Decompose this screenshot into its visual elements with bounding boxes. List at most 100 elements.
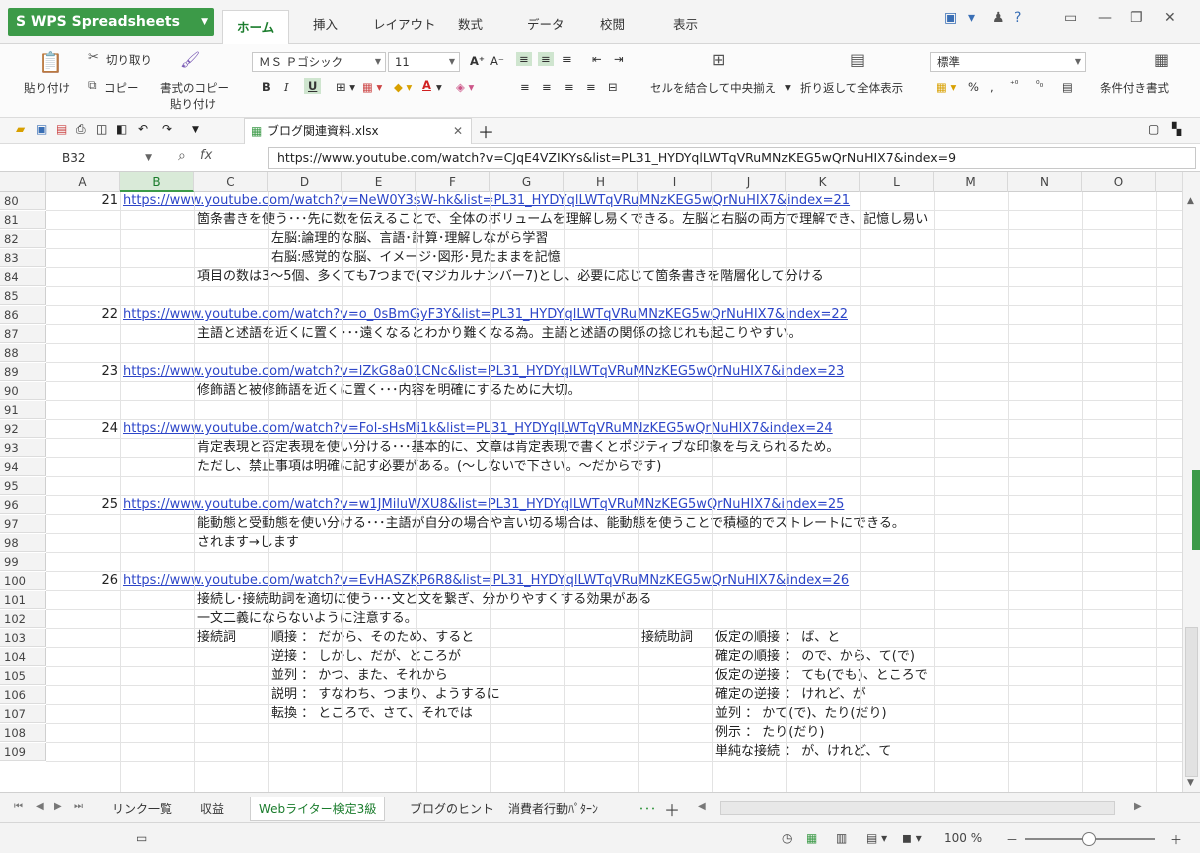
cell-hyperlink[interactable]: https://www.youtube.com/watch?v=Fol-sHsM… xyxy=(123,420,833,438)
maximize-icon[interactable]: ❐ xyxy=(1130,10,1143,26)
align-bottom-icon[interactable]: ≡ xyxy=(562,52,572,66)
italic-button[interactable]: I xyxy=(284,80,289,94)
underline-button[interactable]: U xyxy=(304,78,322,94)
sheet-tab-consumer[interactable]: 消費者行動ﾊﾟﾀｰﾝ xyxy=(500,797,606,821)
print-preview-icon[interactable]: ◫ xyxy=(96,122,107,136)
row-header[interactable]: 97 xyxy=(0,515,46,533)
chevron-down-icon[interactable]: ▼ xyxy=(192,125,199,135)
help-icon[interactable]: ? xyxy=(1014,10,1021,26)
redo-icon[interactable]: ↷ xyxy=(162,122,172,136)
align-middle-icon[interactable]: ≡ xyxy=(538,52,554,66)
percent-button[interactable]: % xyxy=(968,80,979,94)
scroll-up-icon[interactable]: ▲ xyxy=(1187,196,1194,206)
row-header[interactable]: 88 xyxy=(0,344,46,362)
tab-formulas[interactable]: 数式 xyxy=(458,14,483,33)
column-header[interactable]: J xyxy=(712,172,786,192)
column-header[interactable]: F xyxy=(416,172,490,192)
tab-view[interactable]: 表示 xyxy=(673,14,698,33)
align-top-icon[interactable]: ≡ xyxy=(516,52,532,66)
close-icon[interactable]: ✕ xyxy=(1164,10,1176,26)
decrease-decimal-icon[interactable]: ⁰₀ xyxy=(1036,80,1043,90)
cell-hyperlink[interactable]: https://www.youtube.com/watch?v=lZkG8a01… xyxy=(123,363,844,381)
clear-format-icon[interactable]: ◈ ▾ xyxy=(456,80,474,94)
row-header[interactable]: 98 xyxy=(0,534,46,552)
undo-icon[interactable]: ↶ xyxy=(138,122,148,136)
row-header[interactable]: 83 xyxy=(0,249,46,267)
last-sheet-icon[interactable]: ⏭ xyxy=(74,801,83,812)
justify-icon[interactable]: ≡ xyxy=(586,80,596,94)
more-sheets-button[interactable]: ･･･ xyxy=(630,797,664,821)
row-header[interactable]: 101 xyxy=(0,591,46,609)
column-header[interactable]: D xyxy=(268,172,342,192)
sheet-tab-links[interactable]: リンク一覧 xyxy=(104,797,180,821)
row-header[interactable]: 96 xyxy=(0,496,46,514)
fill-color-icon[interactable]: ◆ ▾ xyxy=(394,80,412,94)
row-header[interactable]: 82 xyxy=(0,230,46,248)
bold-button[interactable]: B xyxy=(262,80,271,94)
comma-button[interactable]: , xyxy=(990,80,994,94)
font-name-select[interactable]: ＭＳ Ｐゴシック ▼ xyxy=(252,52,386,72)
row-header[interactable]: 84 xyxy=(0,268,46,286)
zoom-out-button[interactable]: － xyxy=(1006,831,1018,848)
tab-review[interactable]: 校閲 xyxy=(600,14,625,33)
new-tab-icon[interactable]: ＋ xyxy=(478,119,494,143)
app-menu-button[interactable]: S WPS Spreadsheets ▼ xyxy=(8,8,214,36)
column-header[interactable]: O xyxy=(1082,172,1156,192)
pdf-icon[interactable]: ▤ xyxy=(56,122,67,136)
skin-icon[interactable]: ▣ xyxy=(944,10,957,26)
fill-border-icon[interactable]: ▦ ▾ xyxy=(362,80,382,94)
row-header[interactable]: 93 xyxy=(0,439,46,457)
row-header[interactable]: 106 xyxy=(0,686,46,704)
column-header[interactable]: C xyxy=(194,172,268,192)
shirt-icon[interactable]: ▾ xyxy=(968,10,975,26)
page-layout-icon[interactable]: ▥ xyxy=(836,831,847,845)
cell-hyperlink[interactable]: https://www.youtube.com/watch?v=NeW0Y3sW… xyxy=(123,192,850,210)
increase-font-icon[interactable]: A⁺ xyxy=(470,54,485,68)
row-header[interactable]: 108 xyxy=(0,724,46,742)
first-sheet-icon[interactable]: ⏮ xyxy=(14,801,23,812)
fx-button[interactable]: fx xyxy=(200,148,212,163)
vertical-scroll-thumb[interactable] xyxy=(1185,627,1198,777)
column-header[interactable]: B xyxy=(120,172,194,192)
row-header[interactable]: 91 xyxy=(0,401,46,419)
clock-icon[interactable]: ◷ xyxy=(782,831,792,845)
open-icon[interactable]: ▰ xyxy=(16,122,25,136)
formula-input[interactable]: https://www.youtube.com/watch?v=CJqE4VZI… xyxy=(268,147,1196,169)
row-header[interactable]: 103 xyxy=(0,629,46,647)
user-icon[interactable]: ♟ xyxy=(992,10,1005,26)
tab-insert[interactable]: 挿入 xyxy=(313,14,338,33)
paste-icon[interactable]: 📋 xyxy=(38,50,63,74)
format-painter-label-1[interactable]: 書式のコピー xyxy=(160,80,229,96)
close-icon[interactable]: ✕ xyxy=(453,119,463,143)
print-icon[interactable]: ⎙ xyxy=(76,122,86,137)
row-header[interactable]: 92 xyxy=(0,420,46,438)
distributed-icon[interactable]: ⊟ xyxy=(608,80,618,94)
minimize-icon[interactable]: — xyxy=(1098,10,1112,26)
row-header[interactable]: 102 xyxy=(0,610,46,628)
outdent-icon[interactable]: ⇥ xyxy=(614,52,624,66)
row-header[interactable]: 89 xyxy=(0,363,46,381)
file-tab[interactable]: ▦ ブログ関連資料.xlsx ✕ xyxy=(244,118,472,144)
restore-tabs-icon[interactable]: ▢ xyxy=(1148,122,1159,136)
row-header[interactable]: 109 xyxy=(0,743,46,761)
normal-view-icon[interactable]: ▦ xyxy=(806,831,817,845)
restore-ribbon-icon[interactable]: ▭ xyxy=(1064,10,1077,26)
select-all-corner[interactable] xyxy=(0,172,46,192)
merge-center-button[interactable]: セルを結合して中央揃え xyxy=(650,80,776,96)
align-right-icon[interactable]: ≡ xyxy=(564,80,574,94)
conditional-format-button[interactable]: 条件付き書式 xyxy=(1100,80,1169,96)
decrease-font-icon[interactable]: A⁻ xyxy=(490,54,504,68)
row-header[interactable]: 90 xyxy=(0,382,46,400)
cell-hyperlink[interactable]: https://www.youtube.com/watch?v=o_0sBmGy… xyxy=(123,306,848,324)
scroll-right-icon[interactable]: ▶ xyxy=(1134,801,1142,812)
chevron-down-icon[interactable]: ▾ xyxy=(436,80,442,94)
sheet-tab-revenue[interactable]: 収益 xyxy=(192,797,232,821)
column-header[interactable]: E xyxy=(342,172,416,192)
wrap-text-button[interactable]: 折り返して全体表示 xyxy=(800,80,903,96)
currency-icon[interactable]: ▦ ▾ xyxy=(936,80,956,94)
tab-home[interactable]: ホーム xyxy=(222,10,290,44)
next-sheet-icon[interactable]: ▶ xyxy=(54,801,62,812)
increase-decimal-icon[interactable]: ⁺⁰ xyxy=(1010,80,1018,90)
column-header[interactable]: G xyxy=(490,172,564,192)
row-header[interactable]: 107 xyxy=(0,705,46,723)
